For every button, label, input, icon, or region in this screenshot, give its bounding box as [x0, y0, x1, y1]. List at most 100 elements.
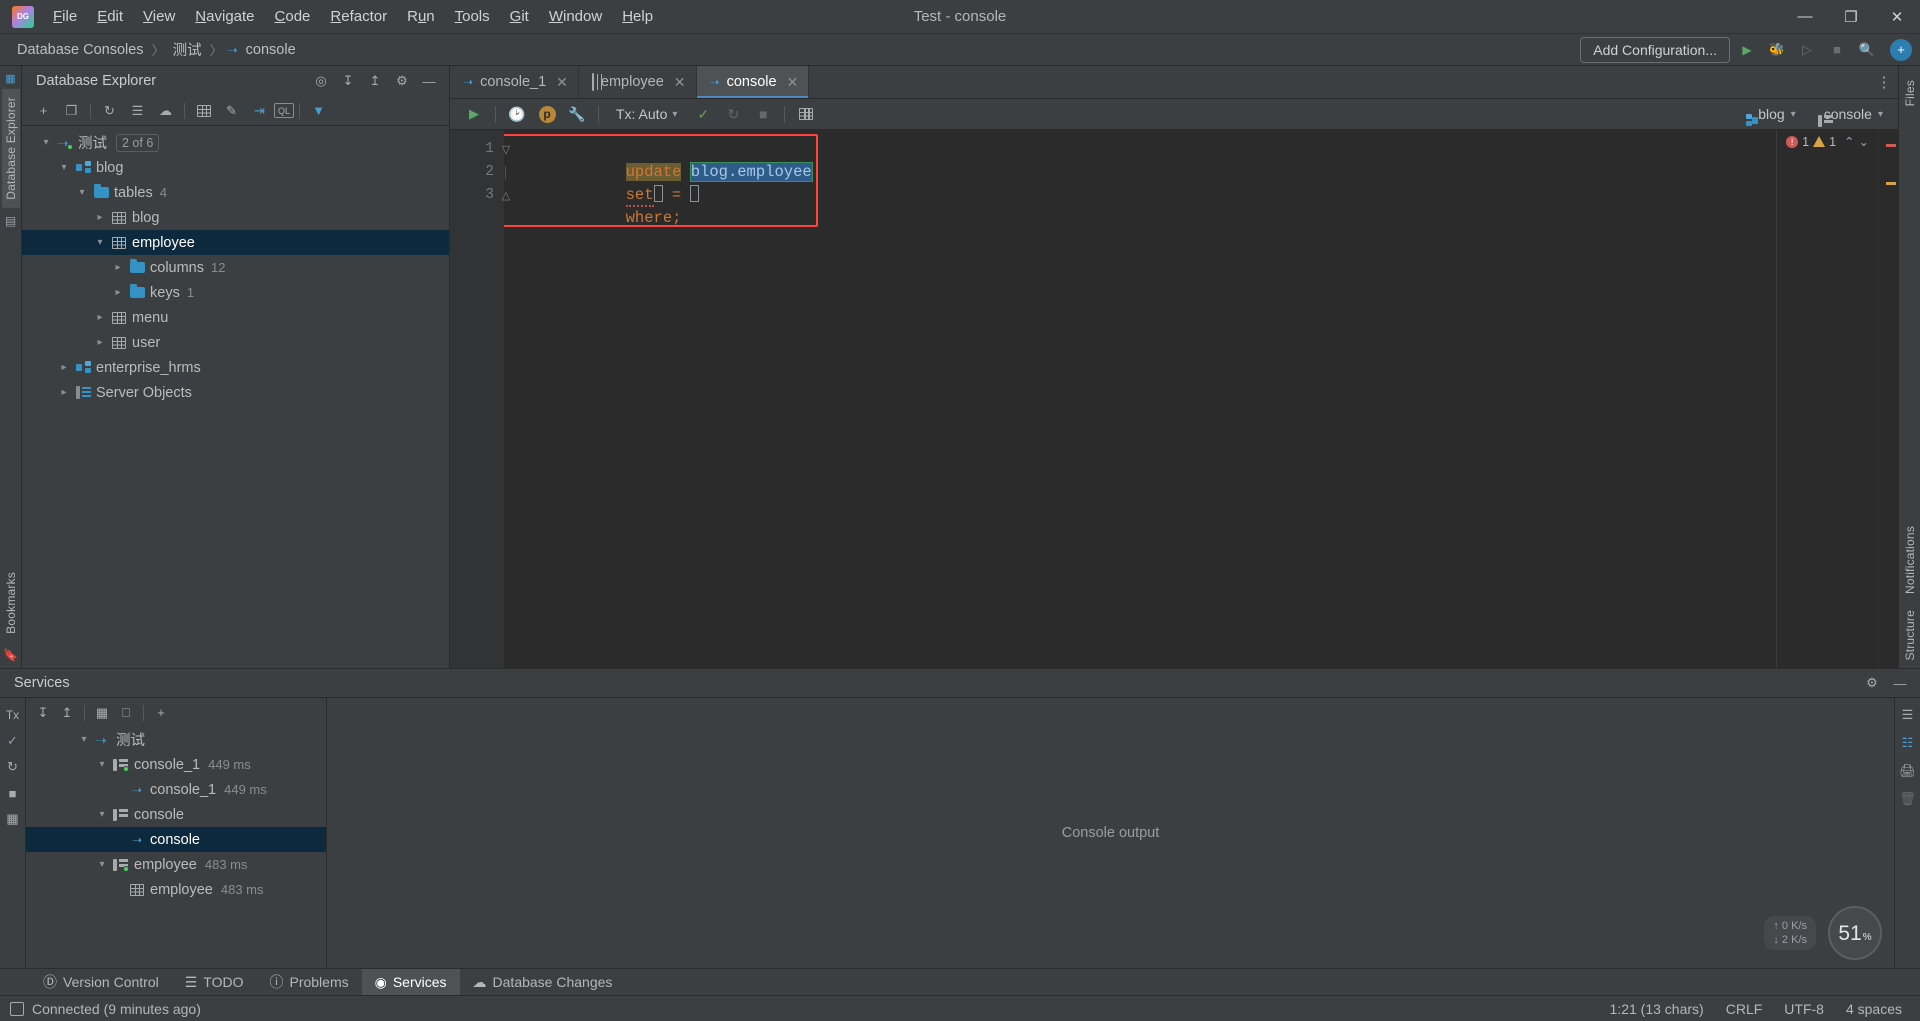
- add-configuration-button[interactable]: Add Configuration...: [1580, 36, 1730, 63]
- wrench-icon[interactable]: 🔧: [563, 102, 591, 126]
- more-tabs-icon[interactable]: ⋮: [1870, 66, 1898, 98]
- hide-icon[interactable]: —: [417, 70, 441, 92]
- filter-icon[interactable]: ▼: [305, 99, 332, 123]
- query-console-icon[interactable]: QL: [274, 103, 294, 118]
- tree-node-table-user[interactable]: ▸ user: [22, 330, 449, 355]
- services-node-session-console-1[interactable]: ▾ console_1 449 ms: [26, 752, 326, 777]
- maximize-button[interactable]: ❐: [1828, 0, 1874, 34]
- tree-node-columns[interactable]: ▸ columns 12: [22, 255, 449, 280]
- bookmark-icon[interactable]: 🔖: [3, 648, 18, 662]
- minimize-button[interactable]: —: [1782, 0, 1828, 34]
- chevron-down-icon[interactable]: ▾: [92, 237, 108, 248]
- rail-tab-structure[interactable]: Structure: [1901, 602, 1919, 669]
- code-editor[interactable]: 1 2 3 ▽ │ △ update blog.employee set = w…: [450, 130, 1898, 668]
- services-node-connection[interactable]: ▾ ➝ 测试: [26, 727, 326, 752]
- code-content[interactable]: update blog.employee set = where;: [504, 130, 1878, 668]
- toolwindow-problems[interactable]: ⓘ Problems: [256, 969, 361, 995]
- editor-scrollbar[interactable]: [1878, 130, 1898, 668]
- cpu-usage-indicator[interactable]: 51%: [1828, 906, 1882, 960]
- console-output-area[interactable]: Console output ↑ 0 K/s ↓ 2 K/s 51%: [326, 698, 1894, 968]
- gear-icon[interactable]: ⚙: [390, 70, 414, 92]
- chevron-right-icon[interactable]: ▸: [56, 362, 72, 373]
- chevron-down-icon[interactable]: ▾: [38, 137, 54, 148]
- open-tab-icon[interactable]: ⎕: [115, 701, 137, 725]
- transaction-mode-selector[interactable]: Tx: Auto ▾: [610, 103, 683, 125]
- expand-all-icon[interactable]: ↧: [32, 701, 54, 725]
- chevron-down-icon[interactable]: ▾: [94, 759, 110, 770]
- menu-run[interactable]: Run: [398, 4, 444, 29]
- rail-tab-files[interactable]: Files: [1901, 72, 1919, 114]
- menu-git[interactable]: Git: [501, 4, 538, 29]
- rail-tab-notifications[interactable]: Notifications: [1901, 518, 1919, 602]
- chevron-right-icon[interactable]: ▸: [110, 262, 126, 273]
- expand-all-icon[interactable]: ↧: [336, 70, 360, 92]
- tab-console[interactable]: ➝ console ✕: [696, 66, 810, 98]
- chevron-down-icon[interactable]: ▾: [94, 809, 110, 820]
- print-icon[interactable]: 🖨: [1897, 759, 1919, 783]
- debug-icon[interactable]: 🐝: [1764, 38, 1790, 62]
- chevron-right-icon[interactable]: ▸: [92, 312, 108, 323]
- file-encoding[interactable]: UTF-8: [1784, 1001, 1824, 1017]
- tree-node-server-objects[interactable]: ▸ Server Objects: [22, 380, 449, 405]
- rollback-icon[interactable]: ↻: [719, 102, 747, 126]
- error-marker[interactable]: [1886, 144, 1896, 147]
- chevron-right-icon[interactable]: ▸: [92, 212, 108, 223]
- chevron-right-icon[interactable]: ▸: [110, 287, 126, 298]
- rollback-icon[interactable]: ↻: [2, 755, 24, 779]
- caret-position[interactable]: 1:21 (13 chars): [1610, 1001, 1704, 1017]
- menu-window[interactable]: Window: [540, 4, 611, 29]
- stop-icon[interactable]: ■: [2, 781, 24, 805]
- close-icon[interactable]: ✕: [556, 74, 568, 91]
- menu-file[interactable]: File: [44, 4, 86, 29]
- tab-console-1[interactable]: ➝ console_1 ✕: [450, 66, 579, 98]
- tree-node-table-menu[interactable]: ▸ menu: [22, 305, 449, 330]
- duplicate-icon[interactable]: ❐: [58, 99, 85, 123]
- services-node-console[interactable]: ➝ console: [26, 827, 326, 852]
- menu-edit[interactable]: Edit: [88, 4, 132, 29]
- menu-navigate[interactable]: Navigate: [186, 4, 263, 29]
- refresh-icon[interactable]: ↻: [96, 99, 123, 123]
- tree-node-schema-blog[interactable]: ▾ blog: [22, 155, 449, 180]
- menu-help[interactable]: Help: [613, 4, 662, 29]
- add-icon[interactable]: +: [150, 701, 172, 725]
- close-button[interactable]: ✕: [1874, 0, 1920, 34]
- rail-tab-bookmarks[interactable]: Bookmarks: [2, 564, 20, 642]
- toolwindow-version-control[interactable]: Ⓓ Version Control: [30, 969, 172, 995]
- database-rail-icon[interactable]: ▤: [5, 214, 16, 228]
- stop-icon[interactable]: ■: [749, 102, 777, 126]
- hide-icon[interactable]: —: [1888, 672, 1912, 694]
- next-problem-icon[interactable]: ⌄: [1859, 134, 1869, 149]
- soft-wrap-icon[interactable]: ☰: [1897, 703, 1919, 727]
- parameters-icon[interactable]: p: [533, 102, 561, 126]
- previous-problem-icon[interactable]: ⌃: [1844, 134, 1854, 149]
- indent-setting[interactable]: 4 spaces: [1846, 1001, 1902, 1017]
- history-clock-icon[interactable]: 🕑: [503, 102, 531, 126]
- tree-node-table-blog[interactable]: ▸ blog: [22, 205, 449, 230]
- sync-icon[interactable]: ☰: [124, 99, 151, 123]
- execute-icon[interactable]: ▶: [460, 102, 488, 126]
- group-icon[interactable]: ▦: [91, 701, 113, 725]
- session-selector[interactable]: console ▾: [1811, 103, 1890, 125]
- collapse-all-icon[interactable]: ↥: [56, 701, 78, 725]
- run-icon[interactable]: ▶: [1734, 38, 1760, 62]
- schema-selector[interactable]: blog ▾: [1745, 103, 1803, 125]
- database-color-icon[interactable]: ☁: [152, 99, 179, 123]
- chevron-right-icon[interactable]: ▸: [56, 387, 72, 398]
- tree-node-connection[interactable]: ▾ ➝ 测试 2 of 6: [22, 130, 449, 155]
- chevron-right-icon[interactable]: ▸: [92, 337, 108, 348]
- toolwindow-database-changes[interactable]: ☁ Database Changes: [460, 969, 626, 995]
- collapse-all-icon[interactable]: ↥: [363, 70, 387, 92]
- breadcrumb-item-2[interactable]: console: [243, 40, 299, 60]
- chevron-down-icon[interactable]: ▾: [76, 734, 92, 745]
- tree-node-tables[interactable]: ▾ tables 4: [22, 180, 449, 205]
- run-with-coverage-icon[interactable]: ▷: [1794, 38, 1820, 62]
- warning-marker[interactable]: [1886, 182, 1896, 185]
- menu-code[interactable]: Code: [266, 4, 320, 29]
- close-icon[interactable]: ✕: [674, 74, 686, 91]
- tab-employee[interactable]: employee ✕: [579, 66, 697, 98]
- scroll-end-icon[interactable]: ☷: [1897, 731, 1919, 755]
- layout-icon[interactable]: ▦: [2, 807, 24, 831]
- tx-icon[interactable]: Tx: [2, 703, 24, 727]
- jump-to-icon[interactable]: ⇥: [246, 99, 273, 123]
- add-icon[interactable]: +: [30, 99, 57, 123]
